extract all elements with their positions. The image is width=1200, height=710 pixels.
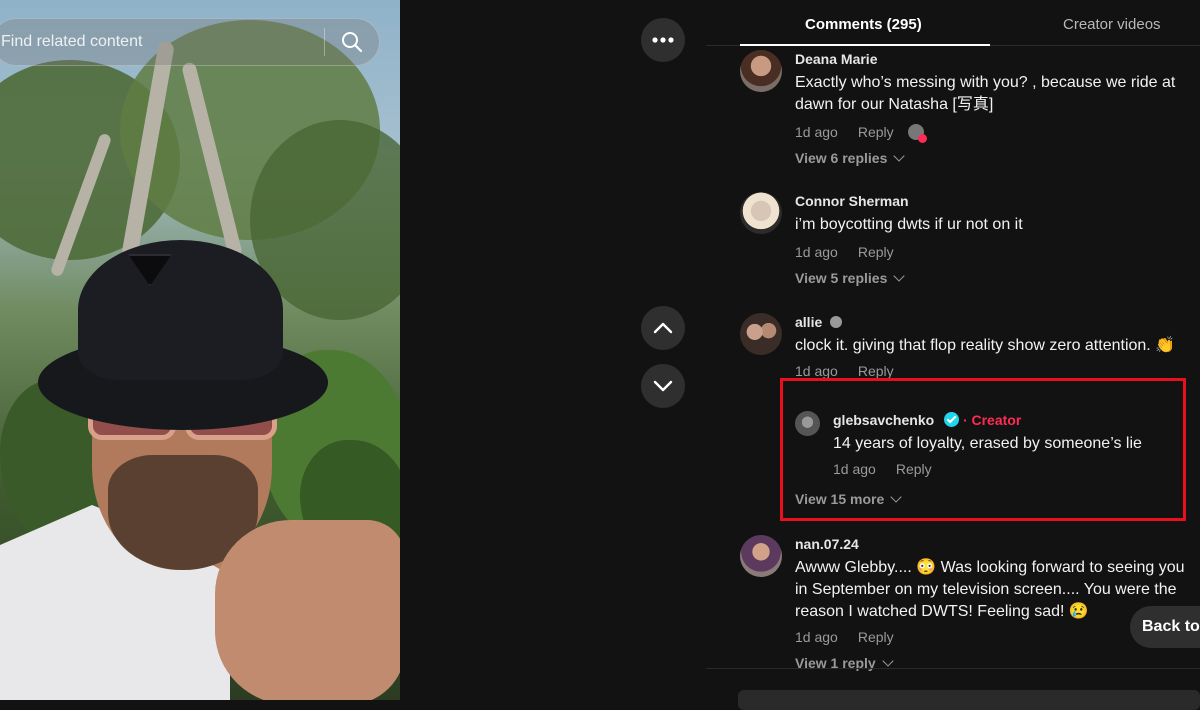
liked-by-creator-icon xyxy=(907,124,927,143)
view-replies-button[interactable]: View 6 replies xyxy=(795,150,1195,166)
reply-button[interactable]: Reply xyxy=(858,122,894,142)
globe-icon xyxy=(830,316,843,328)
comment-text: i’m boycotting dwts if ur not on it xyxy=(795,216,1023,233)
comment-username-text: allie xyxy=(795,314,823,330)
back-to-top-label: Back to top xyxy=(1142,618,1200,635)
chevron-up-icon xyxy=(653,322,673,334)
avatar[interactable] xyxy=(740,313,782,355)
comment-item: Connor Sherman i’m boycotting dwts if ur… xyxy=(740,192,1200,292)
chevron-down-icon xyxy=(893,270,906,282)
video-player[interactable]: Find related content xyxy=(0,0,400,700)
next-video-button[interactable] xyxy=(641,364,685,408)
comment-text: Exactly who’s messing with you? , becaus… xyxy=(795,74,1176,113)
chevron-down-icon xyxy=(653,380,673,392)
comment-input-divider xyxy=(706,668,1200,669)
comment-time: 1d ago xyxy=(795,124,838,140)
tab-comments[interactable]: Comments (295) xyxy=(805,16,922,33)
tab-creator-videos[interactable]: Creator videos xyxy=(1063,16,1161,33)
chevron-down-icon xyxy=(893,150,906,162)
panel-tabs: Comments (295) Creator videos xyxy=(706,0,1200,46)
search-input[interactable]: Find related content xyxy=(0,33,324,51)
comment-time: 1d ago xyxy=(795,244,838,260)
comment-text: clock it. giving that flop reality show … xyxy=(795,337,1176,354)
avatar[interactable] xyxy=(740,50,782,92)
avatar[interactable] xyxy=(740,192,782,234)
view-replies-label: View 6 replies xyxy=(795,150,888,166)
comment-username[interactable]: Connor Sherman xyxy=(795,192,1195,210)
back-to-top-button[interactable]: Back to top xyxy=(1130,606,1200,648)
view-replies-label: View 5 replies xyxy=(795,270,888,286)
comment-username[interactable]: allie xyxy=(795,313,1195,331)
comment-username[interactable]: Deana Marie xyxy=(795,50,1195,68)
comment-item: Deana Marie Exactly who’s messing with y… xyxy=(740,50,1200,180)
highlight-box xyxy=(780,378,1186,521)
comment-input[interactable] xyxy=(738,690,1200,710)
more-options-button[interactable] xyxy=(641,18,685,62)
more-horizontal-icon xyxy=(652,37,674,43)
search-button[interactable] xyxy=(325,18,379,66)
comment-item: nan.07.24 Awww Glebby.... 😳 Was looking … xyxy=(740,535,1200,675)
comment-username[interactable]: nan.07.24 xyxy=(795,535,1195,553)
reply-button[interactable]: Reply xyxy=(858,627,894,647)
search-bar[interactable]: Find related content xyxy=(0,18,380,66)
active-tab-indicator xyxy=(740,44,990,46)
comments-panel: Comments (295) Creator videos Deana Mari… xyxy=(706,0,1200,700)
avatar[interactable] xyxy=(740,535,782,577)
view-replies-button[interactable]: View 5 replies xyxy=(795,270,1195,286)
comment-time: 1d ago xyxy=(795,629,838,645)
chevron-down-icon xyxy=(882,655,894,667)
search-icon xyxy=(342,32,363,53)
reply-button[interactable]: Reply xyxy=(858,242,894,262)
previous-video-button[interactable] xyxy=(641,306,685,350)
